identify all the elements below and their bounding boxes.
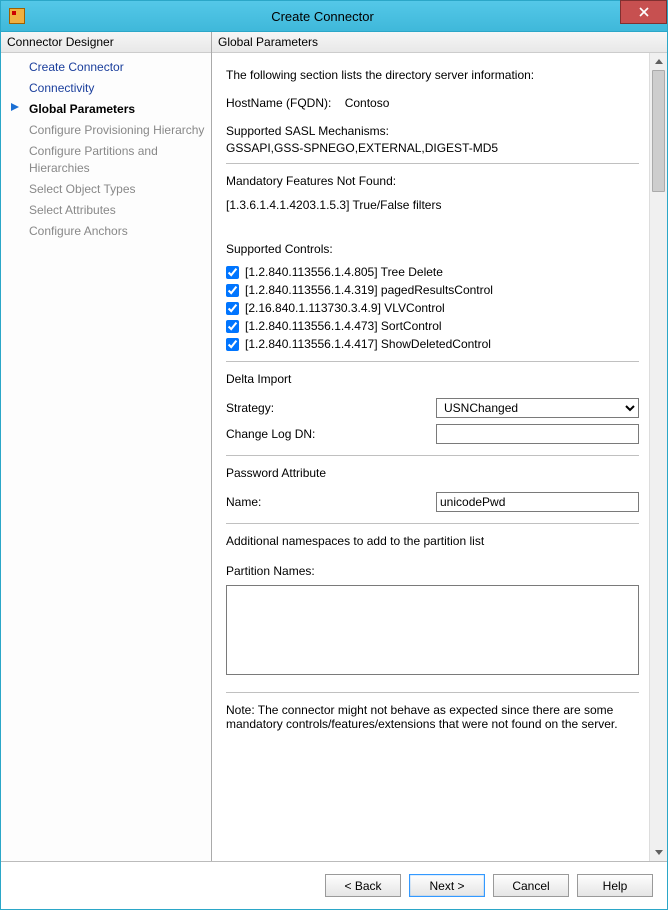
sidebar-item-anchors: Configure Anchors <box>1 221 211 242</box>
supported-controls-label: Supported Controls: <box>226 242 639 256</box>
footer-note: Note: The connector might not behave as … <box>226 703 639 731</box>
scroll-up-button[interactable] <box>650 53 667 70</box>
window-title: Create Connector <box>25 9 620 24</box>
separator <box>226 163 639 164</box>
scroll-track[interactable] <box>650 70 667 844</box>
hostname-value: Contoso <box>345 96 390 110</box>
sidebar-item-connectivity[interactable]: Connectivity <box>1 78 211 99</box>
sidebar: Connector Designer Create Connector Conn… <box>1 32 212 861</box>
main-content: The following section lists the director… <box>212 53 649 861</box>
main-panel: Global Parameters The following section … <box>212 32 667 861</box>
separator <box>226 361 639 362</box>
close-button[interactable] <box>620 0 667 24</box>
sidebar-item-object-types: Select Object Types <box>1 179 211 200</box>
control-show-deleted[interactable]: [1.2.840.113556.1.4.417] ShowDeletedCont… <box>226 335 639 353</box>
strategy-row: Strategy: USNChanged <box>226 395 639 421</box>
cancel-button[interactable]: Cancel <box>493 874 569 897</box>
mandatory-features-value: [1.3.6.1.4.1.4203.1.5.3] True/False filt… <box>226 198 639 212</box>
sidebar-item-provisioning-hierarchy: Configure Provisioning Hierarchy <box>1 120 211 141</box>
create-connector-window: Create Connector Connector Designer Crea… <box>0 0 668 910</box>
vertical-scrollbar[interactable] <box>649 53 667 861</box>
control-tree-delete-checkbox[interactable] <box>226 266 239 279</box>
sidebar-item-partitions-hierarchies: Configure Partitions and Hierarchies <box>1 141 211 179</box>
body: Connector Designer Create Connector Conn… <box>1 32 667 861</box>
separator <box>226 455 639 456</box>
control-paged-results[interactable]: [1.2.840.113556.1.4.319] pagedResultsCon… <box>226 281 639 299</box>
hostname-label: HostName (FQDN): <box>226 96 331 110</box>
mandatory-features-label: Mandatory Features Not Found: <box>226 174 639 188</box>
scroll-thumb[interactable] <box>652 70 665 192</box>
button-bar: < Back Next > Cancel Help <box>1 861 667 909</box>
pwd-name-row: Name: <box>226 489 639 515</box>
back-button[interactable]: < Back <box>325 874 401 897</box>
delta-import-header: Delta Import <box>226 372 639 386</box>
control-vlv-checkbox[interactable] <box>226 302 239 315</box>
pwd-name-input[interactable] <box>436 492 639 512</box>
next-button[interactable]: Next > <box>409 874 485 897</box>
control-paged-results-label: [1.2.840.113556.1.4.319] pagedResultsCon… <box>245 283 493 297</box>
sidebar-item-global-parameters[interactable]: Global Parameters <box>1 99 211 120</box>
namespace-intro: Additional namespaces to add to the part… <box>226 534 639 548</box>
changelog-row: Change Log DN: <box>226 421 639 447</box>
password-attribute-header: Password Attribute <box>226 466 639 480</box>
control-show-deleted-label: [1.2.840.113556.1.4.417] ShowDeletedCont… <box>245 337 491 351</box>
pwd-name-label: Name: <box>226 495 436 509</box>
chevron-up-icon <box>655 59 663 64</box>
control-vlv-label: [2.16.840.1.113730.3.4.9] VLVControl <box>245 301 445 315</box>
sasl-value: GSSAPI,GSS-SPNEGO,EXTERNAL,DIGEST-MD5 <box>226 141 639 155</box>
app-icon <box>9 8 25 24</box>
main-header: Global Parameters <box>212 32 667 53</box>
strategy-select[interactable]: USNChanged <box>436 398 639 418</box>
sasl-label: Supported SASL Mechanisms: <box>226 124 639 138</box>
control-sort-label: [1.2.840.113556.1.4.473] SortControl <box>245 319 442 333</box>
strategy-label: Strategy: <box>226 401 436 415</box>
sidebar-items: Create Connector Connectivity Global Par… <box>1 53 211 242</box>
control-show-deleted-checkbox[interactable] <box>226 338 239 351</box>
close-icon <box>639 7 649 17</box>
separator <box>226 692 639 693</box>
partition-names-input[interactable] <box>226 585 639 675</box>
chevron-down-icon <box>655 850 663 855</box>
control-tree-delete[interactable]: [1.2.840.113556.1.4.805] Tree Delete <box>226 263 639 281</box>
control-vlv[interactable]: [2.16.840.1.113730.3.4.9] VLVControl <box>226 299 639 317</box>
control-paged-results-checkbox[interactable] <box>226 284 239 297</box>
sidebar-header: Connector Designer <box>1 32 211 53</box>
changelog-label: Change Log DN: <box>226 427 436 441</box>
intro-text: The following section lists the director… <box>226 68 639 82</box>
help-button[interactable]: Help <box>577 874 653 897</box>
hostname-row: HostName (FQDN): Contoso <box>226 96 639 110</box>
sidebar-item-attributes: Select Attributes <box>1 200 211 221</box>
titlebar: Create Connector <box>1 1 667 32</box>
partition-names-label: Partition Names: <box>226 564 639 578</box>
control-tree-delete-label: [1.2.840.113556.1.4.805] Tree Delete <box>245 265 443 279</box>
changelog-input[interactable] <box>436 424 639 444</box>
sidebar-item-create-connector[interactable]: Create Connector <box>1 57 211 78</box>
separator <box>226 523 639 524</box>
control-sort[interactable]: [1.2.840.113556.1.4.473] SortControl <box>226 317 639 335</box>
control-sort-checkbox[interactable] <box>226 320 239 333</box>
scroll-down-button[interactable] <box>650 844 667 861</box>
